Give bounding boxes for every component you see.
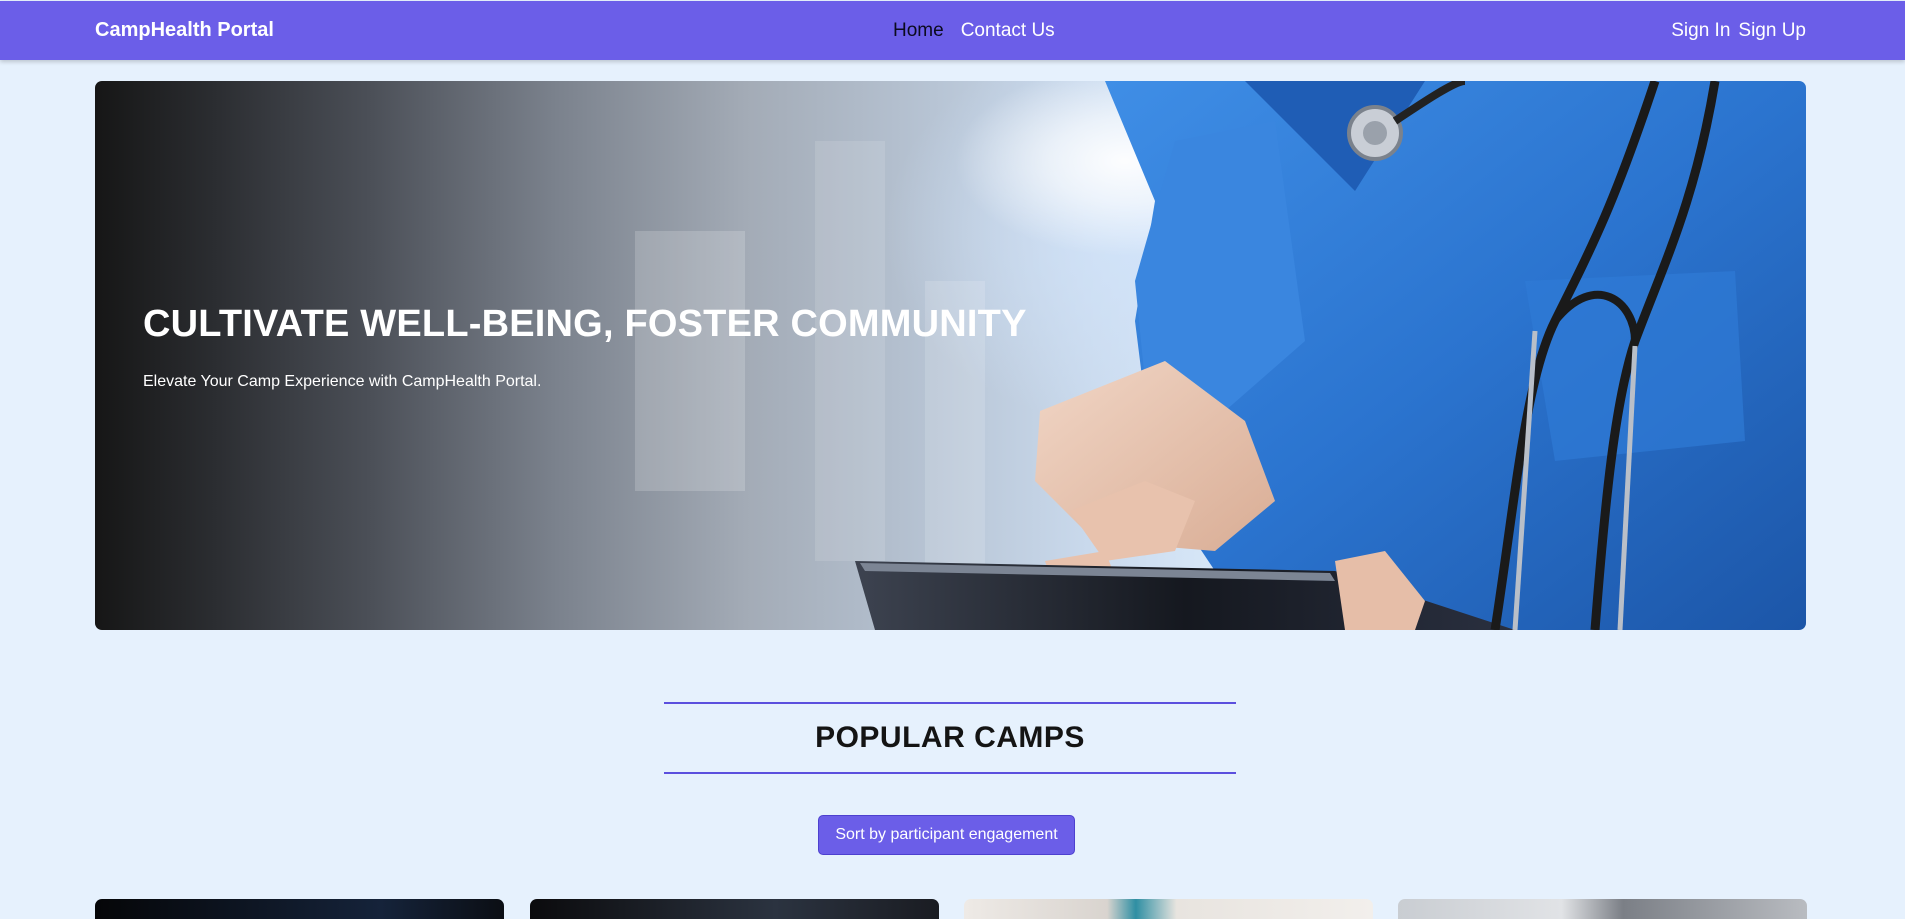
hero-subtitle: Elevate Your Camp Experience with CampHe… (143, 373, 542, 390)
main-nav: Home Contact Us (893, 1, 1055, 60)
popular-camps-heading: POPULAR CAMPS (664, 702, 1236, 774)
brand-logo[interactable]: CampHealth Portal (95, 1, 274, 60)
auth-links: Sign In Sign Up (1671, 1, 1806, 60)
section-title: POPULAR CAMPS (815, 721, 1085, 754)
camp-card-image[interactable] (1398, 899, 1807, 919)
camp-card-image[interactable] (964, 899, 1373, 919)
doctor-with-tablet-photo (635, 81, 1806, 630)
camp-card-image[interactable] (530, 899, 939, 919)
nav-link-home[interactable]: Home (893, 20, 944, 42)
top-navbar: CampHealth Portal Home Contact Us Sign I… (0, 1, 1905, 60)
sign-in-link[interactable]: Sign In (1671, 20, 1730, 42)
nav-link-contact-us[interactable]: Contact Us (961, 20, 1055, 42)
sort-by-engagement-button[interactable]: Sort by participant engagement (818, 815, 1075, 855)
hero-banner: CULTIVATE WELL-BEING, FOSTER COMMUNITY E… (95, 81, 1806, 630)
sign-up-link[interactable]: Sign Up (1738, 20, 1806, 42)
hero-title: CULTIVATE WELL-BEING, FOSTER COMMUNITY (143, 303, 1027, 345)
camp-card-image[interactable] (95, 899, 504, 919)
